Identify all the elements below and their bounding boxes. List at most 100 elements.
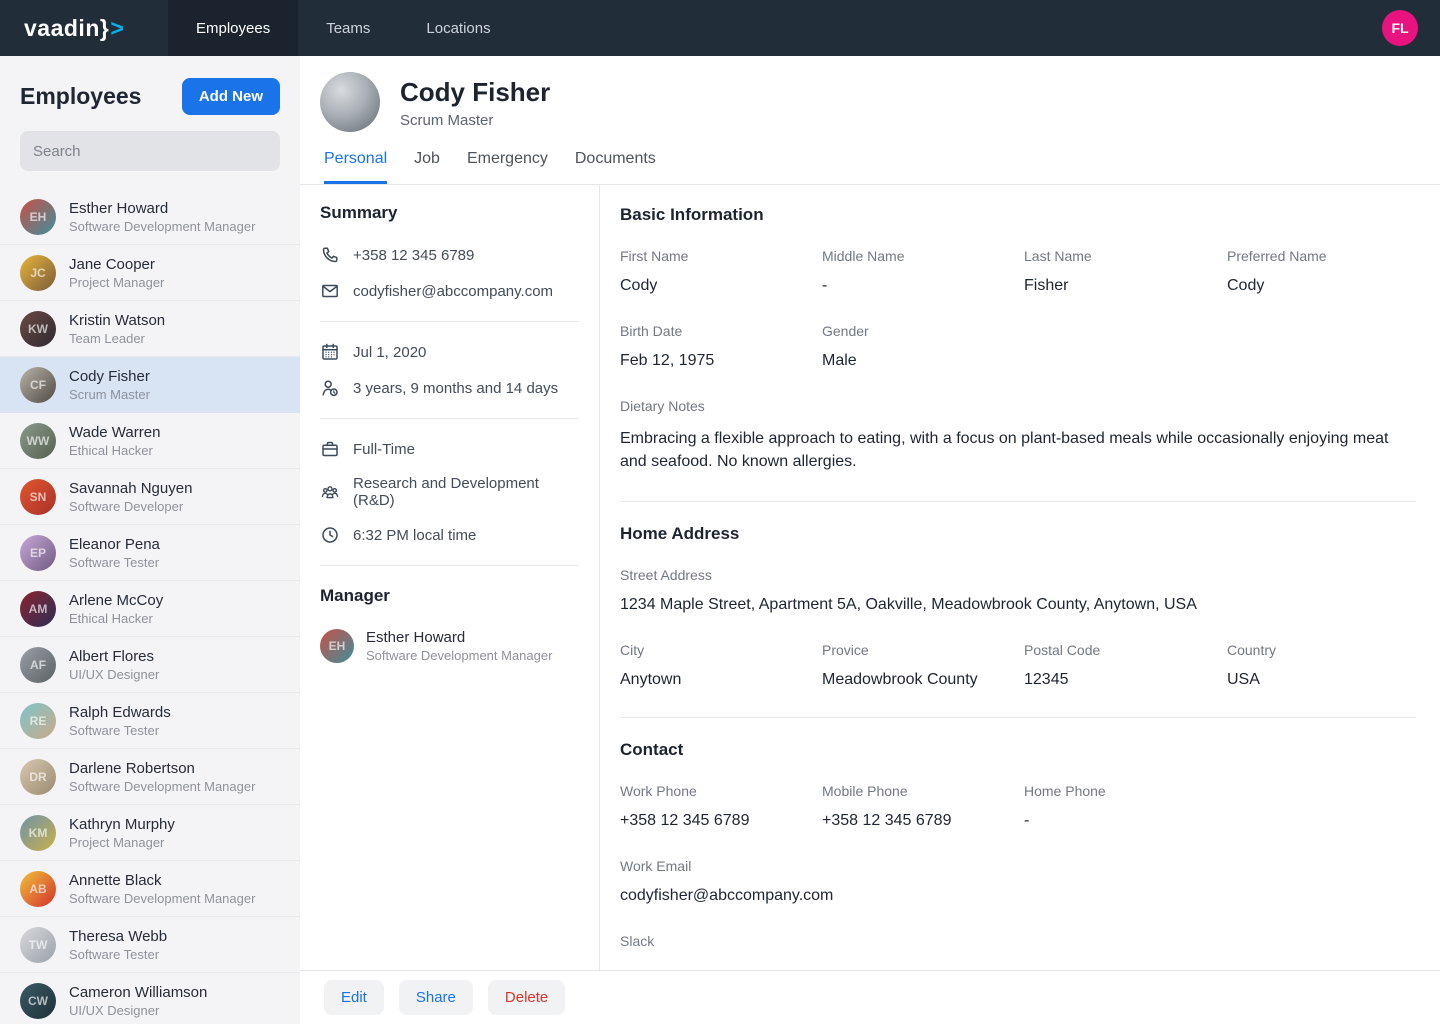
tab-documents[interactable]: Documents [575, 150, 656, 184]
employee-avatar-initials: CW [28, 994, 48, 1008]
field-label: Last Name [1024, 248, 1227, 264]
employee-avatar-initials: AM [29, 602, 48, 616]
field-value: 12345 [1024, 671, 1227, 689]
manager-heading: Manager [320, 586, 579, 606]
employee-list-item[interactable]: EH Esther Howard Software Development Ma… [0, 189, 300, 245]
employee-role: Software Tester [69, 946, 167, 963]
employee-avatar-initials: SN [30, 490, 47, 504]
manager-row[interactable]: EH Esther Howard Software Development Ma… [320, 628, 579, 664]
employee-avatar: AB [20, 871, 56, 907]
employee-list-item[interactable]: AF Albert Flores UI/UX Designer [0, 637, 300, 693]
field-value: USA [1227, 671, 1416, 689]
employee-list-item[interactable]: KW Kristin Watson Team Leader [0, 301, 300, 357]
field: Postal Code 12345 [1024, 642, 1227, 689]
field: Mobile Phone +358 12 345 6789 [822, 783, 1024, 830]
dietary-notes: Dietary Notes Embracing a flexible appro… [620, 398, 1416, 473]
department-icon [320, 482, 340, 502]
employee-list-item[interactable]: SN Savannah Nguyen Software Developer [0, 469, 300, 525]
employee-avatar: AF [20, 647, 56, 683]
employee-list-item[interactable]: JC Jane Cooper Project Manager [0, 245, 300, 301]
employee-list-item[interactable]: EP Eleanor Pena Software Tester [0, 525, 300, 581]
profile-body: Summary +358 12 345 6789 codyfisher@abcc… [300, 185, 1440, 970]
nav-item-employees[interactable]: Employees [168, 0, 298, 56]
nav-tabs: EmployeesTeamsLocations [168, 0, 519, 56]
employee-role: UI/UX Designer [69, 666, 159, 683]
field: Preferred Name Cody [1227, 248, 1416, 295]
employee-detail: Cody Fisher Scrum Master PersonalJobEmer… [300, 56, 1440, 1024]
employee-name: Arlene McCoy [69, 591, 163, 610]
field: Work Phone +358 12 345 6789 [620, 783, 822, 830]
field-label: Work Phone [620, 783, 822, 799]
summary-panel: Summary +358 12 345 6789 codyfisher@abcc… [300, 185, 600, 970]
employee-list-item[interactable]: CW Cameron Williamson UI/UX Designer [0, 973, 300, 1024]
field-label: Dietary Notes [620, 398, 1416, 414]
divider [320, 321, 579, 322]
mail-icon [320, 281, 340, 301]
nav-item-teams[interactable]: Teams [298, 0, 398, 56]
employee-avatar: WW [20, 423, 56, 459]
field: First Name Cody [620, 248, 822, 295]
tab-personal[interactable]: Personal [324, 150, 387, 184]
delete-button[interactable]: Delete [488, 980, 565, 1015]
edit-button[interactable]: Edit [324, 980, 384, 1015]
employee-list-item[interactable]: DR Darlene Robertson Software Developmen… [0, 749, 300, 805]
employee-name: Kathryn Murphy [69, 815, 175, 834]
employee-avatar-initials: KW [28, 322, 48, 336]
employees-sidebar: Employees Add New EH Esther Howard Softw… [0, 56, 300, 1024]
work-email: Work Email codyfisher@abccompany.com [620, 858, 1416, 905]
add-new-button[interactable]: Add New [182, 78, 280, 115]
employee-list-item[interactable]: CF Cody Fisher Scrum Master [0, 357, 300, 413]
summary-email: codyfisher@abccompany.com [320, 281, 579, 301]
employee-list-item[interactable]: WW Wade Warren Ethical Hacker [0, 413, 300, 469]
tab-emergency[interactable]: Emergency [467, 150, 548, 184]
employee-avatar: KM [20, 815, 56, 851]
employee-role: Software Development Manager [69, 778, 255, 795]
employee-list-item[interactable]: TW Theresa Webb Software Tester [0, 917, 300, 973]
field: Home Phone - [1024, 783, 1227, 830]
personal-details: Basic Information First Name Cody Middle… [600, 185, 1440, 970]
tab-job[interactable]: Job [414, 150, 440, 184]
briefcase-icon [320, 439, 340, 459]
employee-list-item[interactable]: AM Arlene McCoy Ethical Hacker [0, 581, 300, 637]
divider [320, 565, 579, 566]
profile-header: Cody Fisher Scrum Master PersonalJobEmer… [300, 56, 1440, 185]
field-label: Middle Name [822, 248, 1024, 264]
employee-name: Albert Flores [69, 647, 159, 666]
field-value: Feb 12, 1975 [620, 352, 822, 370]
employee-role: Software Development Manager [69, 218, 255, 235]
employee-role: Scrum Master [69, 386, 150, 403]
employee-role: Software Tester [69, 722, 171, 739]
employee-avatar: JC [20, 255, 56, 291]
share-button[interactable]: Share [399, 980, 473, 1015]
user-avatar[interactable]: FL [1382, 10, 1418, 46]
employee-list: EH Esther Howard Software Development Ma… [0, 189, 300, 1024]
employee-name: Cameron Williamson [69, 983, 207, 1002]
divider [620, 501, 1416, 502]
employee-role: Project Manager [69, 274, 164, 291]
employee-role: Software Developer [69, 498, 192, 515]
basic-info-grid-2: Birth Date Feb 12, 1975 Gender Male [620, 323, 1416, 370]
employee-role: Software Development Manager [69, 890, 255, 907]
nav-item-locations[interactable]: Locations [398, 0, 518, 56]
employee-list-item[interactable]: AB Annette Black Software Development Ma… [0, 861, 300, 917]
search-input[interactable] [20, 131, 280, 171]
employee-list-item[interactable]: KM Kathryn Murphy Project Manager [0, 805, 300, 861]
employee-list-item[interactable]: RE Ralph Edwards Software Tester [0, 693, 300, 749]
summary-local-time: 6:32 PM local time [320, 525, 579, 545]
summary-employment-type: Full-Time [320, 439, 579, 459]
summary-phone: +358 12 345 6789 [320, 245, 579, 265]
employee-name: Ralph Edwards [69, 703, 171, 722]
field-value: Embracing a flexible approach to eating,… [620, 427, 1416, 473]
main-layout: Employees Add New EH Esther Howard Softw… [0, 56, 1440, 1024]
employee-name: Cody Fisher [69, 367, 150, 386]
contact-grid: Work Phone +358 12 345 6789 Mobile Phone… [620, 783, 1416, 830]
field: City Anytown [620, 642, 822, 689]
profile-tabs: Personal Job Emergency Documents [320, 150, 1416, 184]
employee-role: Ethical Hacker [69, 442, 160, 459]
action-bar: Edit Share Delete [300, 970, 1440, 1024]
field-label: Slack [620, 933, 1416, 949]
field-label: Provice [822, 642, 1024, 658]
navbar-spacer [519, 0, 1382, 56]
basic-info-heading: Basic Information [620, 205, 1416, 225]
address-grid: City Anytown Provice Meadowbrook County … [620, 642, 1416, 689]
